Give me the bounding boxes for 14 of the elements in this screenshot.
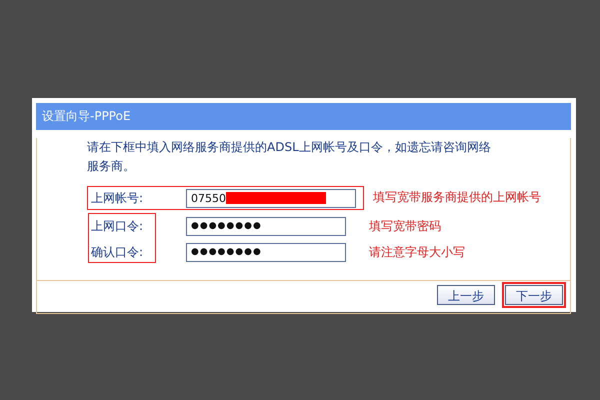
input-field[interactable]: ●●●●●●●● <box>186 216 346 236</box>
instruction-text: 请在下框中填入网络服务商提供的ADSL上网帐号及口令，如遗忘请咨询网络服务商。 <box>87 139 492 175</box>
wizard-button[interactable]: 下一步 <box>505 285 563 305</box>
annotation-text: 填写宽带密码 <box>369 218 441 235</box>
field-label: 确认口令: <box>91 244 144 260</box>
wizard-button[interactable]: 上一步 <box>437 285 495 305</box>
annotation-text: 请注意字母大小写 <box>369 244 465 261</box>
field-label: 上网帐号: <box>91 190 144 206</box>
input-field[interactable]: 07550 <box>186 188 356 208</box>
highlight-frame <box>88 213 156 263</box>
window-title: 设置向导-PPPoE <box>36 103 571 130</box>
field-label: 上网口令: <box>91 218 144 234</box>
input-field[interactable]: ●●●●●●●● <box>186 242 346 262</box>
annotation-text: 填写宽带服务商提供的上网帐号 <box>373 189 541 206</box>
